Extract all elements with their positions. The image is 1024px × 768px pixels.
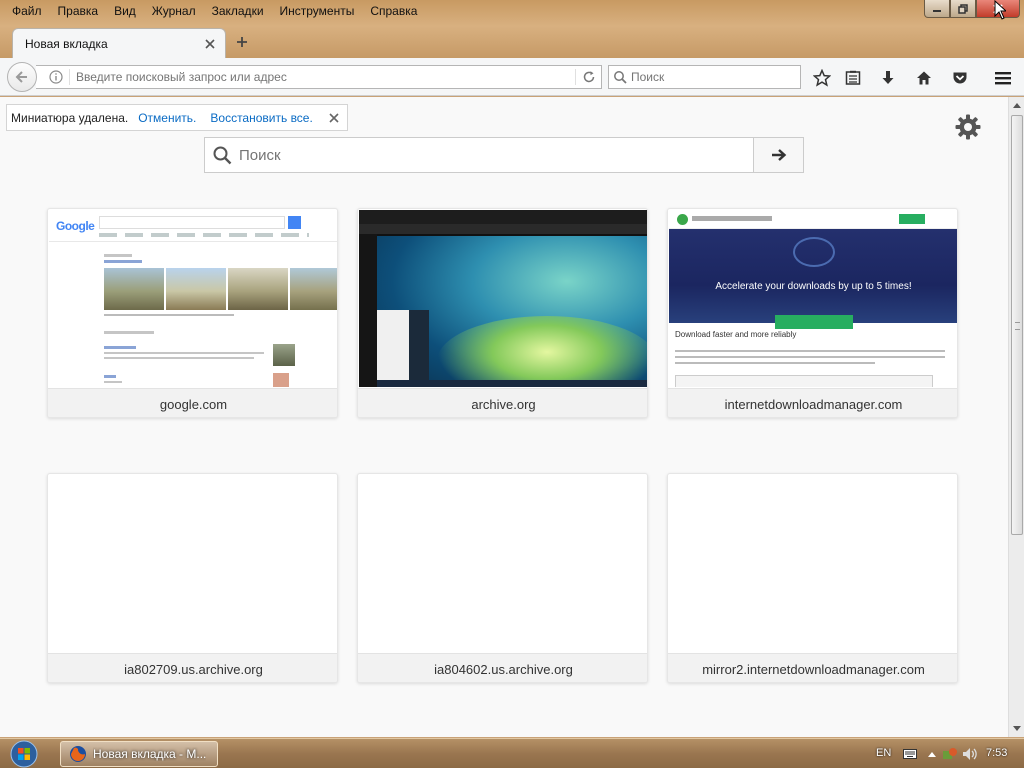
scroll-down-button[interactable]: [1009, 721, 1024, 737]
notification-close-button[interactable]: [327, 111, 341, 125]
tab-close-button[interactable]: [203, 37, 217, 51]
newtab-search-input[interactable]: [239, 138, 753, 172]
reload-button[interactable]: [575, 69, 601, 85]
tab-new-tab[interactable]: Новая вкладка: [12, 28, 226, 58]
url-bar: [36, 65, 602, 89]
mouse-cursor-icon: [994, 0, 1006, 20]
vertical-scrollbar[interactable]: [1008, 97, 1024, 737]
windows-logo-icon: [10, 740, 38, 768]
menu-view[interactable]: Вид: [106, 0, 144, 22]
plus-icon: [237, 37, 247, 47]
taskbar: Новая вкладка - M... EN 7:53: [0, 738, 1024, 768]
tile-thumbnail: [359, 210, 647, 387]
tile-internetdownloadmanager[interactable]: Accelerate your downloads by up to 5 tim…: [667, 208, 958, 418]
gear-icon: [955, 114, 981, 140]
new-tab-page: Миниатюра удалена. Отменить. Восстановит…: [0, 97, 1008, 737]
tab-strip: Новая вкладка: [0, 26, 1024, 58]
volume-icon[interactable]: [962, 746, 978, 762]
star-icon: [813, 69, 831, 87]
pocket-icon: [953, 72, 967, 84]
restore-icon: [958, 3, 968, 14]
tile-title: google.com: [48, 388, 337, 417]
menu-tools[interactable]: Инструменты: [272, 0, 363, 22]
menu-history[interactable]: Журнал: [144, 0, 204, 22]
home-button[interactable]: [913, 67, 935, 89]
tile-google[interactable]: Google google.com: [47, 208, 338, 418]
tile-ia802709[interactable]: ia802709.us.archive.org: [47, 473, 338, 683]
scroll-down-icon: [1013, 726, 1021, 731]
notification-text: Миниатюра удалена.: [11, 110, 129, 125]
menu-edit[interactable]: Правка: [50, 0, 107, 22]
search-input[interactable]: [631, 70, 800, 84]
tile-thumbnail: [359, 475, 647, 652]
open-menu-button[interactable]: [992, 67, 1014, 89]
tile-thumbnail: Google: [49, 210, 337, 387]
taskbar-window-title: Новая вкладка - M...: [93, 747, 207, 761]
idm-subheadline: Download faster and more reliably: [675, 330, 797, 339]
undo-link[interactable]: Отменить.: [138, 111, 196, 125]
tile-archive[interactable]: archive.org: [357, 208, 648, 418]
network-icon[interactable]: [942, 746, 958, 762]
tile-ia804602[interactable]: ia804602.us.archive.org: [357, 473, 648, 683]
thumbnail-removed-notification: Миниатюра удалена. Отменить. Восстановит…: [6, 104, 348, 131]
search-icon: [205, 145, 239, 165]
menu-bar: Файл Правка Вид Журнал Закладки Инструме…: [0, 0, 425, 22]
site-info-icon[interactable]: [42, 69, 70, 85]
new-tab-button[interactable]: [232, 32, 252, 52]
reload-icon: [583, 71, 594, 83]
bookmarks-menu-button[interactable]: [842, 67, 864, 89]
search-go-button[interactable]: [753, 138, 803, 172]
system-clock[interactable]: 7:53: [986, 747, 1007, 759]
keyboard-icon[interactable]: [902, 746, 918, 762]
hamburger-icon: [995, 72, 1011, 85]
taskbar-firefox-window[interactable]: Новая вкладка - M...: [60, 741, 218, 767]
bookmark-star-button[interactable]: [811, 67, 833, 89]
tray-expand-icon[interactable]: [924, 746, 940, 762]
minimize-button[interactable]: [924, 0, 950, 18]
search-bar: [608, 65, 801, 89]
firefox-icon: [70, 746, 86, 762]
scrollbar-thumb[interactable]: [1011, 115, 1023, 535]
search-icon: [609, 70, 631, 84]
tile-title: archive.org: [358, 388, 647, 417]
tile-title: internetdownloadmanager.com: [668, 388, 957, 417]
menu-file[interactable]: Файл: [4, 0, 50, 22]
downloads-button[interactable]: [877, 67, 899, 89]
google-logo: Google: [56, 219, 95, 233]
pocket-button[interactable]: [949, 67, 971, 89]
scroll-up-icon: [1013, 103, 1021, 108]
bookmarks-list-icon: [845, 70, 861, 85]
url-input[interactable]: [70, 70, 575, 84]
start-button[interactable]: [6, 740, 42, 768]
keyboard-language[interactable]: EN: [876, 747, 891, 759]
arrow-right-icon: [771, 149, 786, 161]
tile-thumbnail: [49, 475, 337, 652]
restore-button[interactable]: [950, 0, 976, 18]
tile-title: ia802709.us.archive.org: [48, 653, 337, 682]
tile-title: ia804602.us.archive.org: [358, 653, 647, 682]
customize-button[interactable]: [952, 111, 984, 143]
scroll-up-button[interactable]: [1009, 97, 1024, 113]
home-icon: [917, 71, 931, 85]
navigation-toolbar: [0, 58, 1024, 96]
idm-headline: Accelerate your downloads by up to 5 tim…: [715, 281, 912, 292]
back-arrow-icon: [15, 71, 27, 83]
menu-bookmarks[interactable]: Закладки: [204, 0, 272, 22]
tile-thumbnail: [669, 475, 957, 652]
tile-title: mirror2.internetdownloadmanager.com: [668, 653, 957, 682]
close-icon: [329, 112, 339, 123]
menu-help[interactable]: Справка: [362, 0, 425, 22]
back-button[interactable]: [7, 62, 37, 92]
newtab-search-box: [204, 137, 804, 173]
tile-thumbnail: Accelerate your downloads by up to 5 tim…: [669, 210, 957, 387]
tile-mirror2-internetdownloadmanager[interactable]: mirror2.internetdownloadmanager.com: [667, 473, 958, 683]
close-icon: [205, 38, 215, 49]
tab-title: Новая вкладка: [25, 36, 108, 51]
download-arrow-icon: [882, 71, 894, 84]
restore-all-link[interactable]: Восстановить все.: [210, 111, 312, 125]
minimize-icon: [933, 9, 941, 12]
